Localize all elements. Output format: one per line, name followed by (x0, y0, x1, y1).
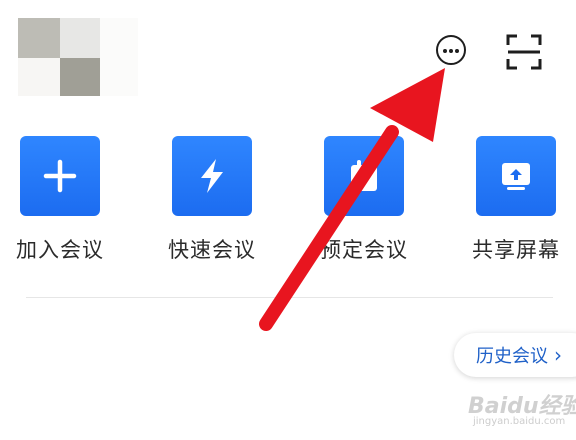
lightning-icon (172, 136, 252, 216)
schedule-meeting-button[interactable]: 预定会议 (320, 136, 407, 262)
avatar-block (60, 58, 100, 96)
watermark-sub: jingyan.baidu.com (473, 416, 566, 427)
dot (455, 48, 459, 53)
avatar-block (18, 58, 60, 96)
avatar-block (60, 18, 100, 58)
plus-icon (20, 136, 100, 216)
avatar-block (18, 18, 60, 58)
tile-label: 共享屏幕 (472, 238, 560, 262)
history-meetings-button[interactable]: 历史会议 › (454, 333, 576, 377)
divider (26, 297, 553, 298)
calendar-icon (324, 136, 404, 216)
join-meeting-button[interactable]: 加入会议 (16, 136, 103, 262)
tile-label: 快速会议 (168, 238, 256, 262)
more-options-icon[interactable] (436, 35, 466, 65)
scan-icon[interactable] (505, 33, 543, 71)
share-screen-button[interactable]: 共享屏幕 (472, 136, 559, 262)
tile-label: 预定会议 (320, 238, 408, 262)
quick-meeting-button[interactable]: 快速会议 (168, 136, 255, 262)
dot (443, 48, 447, 53)
chevron-right-icon: › (554, 343, 562, 367)
avatar-block (100, 18, 138, 96)
share-screen-icon (476, 136, 556, 216)
tile-label: 加入会议 (16, 238, 104, 262)
avatar[interactable] (18, 18, 138, 100)
history-label: 历史会议 (476, 346, 548, 367)
dot (449, 48, 453, 53)
